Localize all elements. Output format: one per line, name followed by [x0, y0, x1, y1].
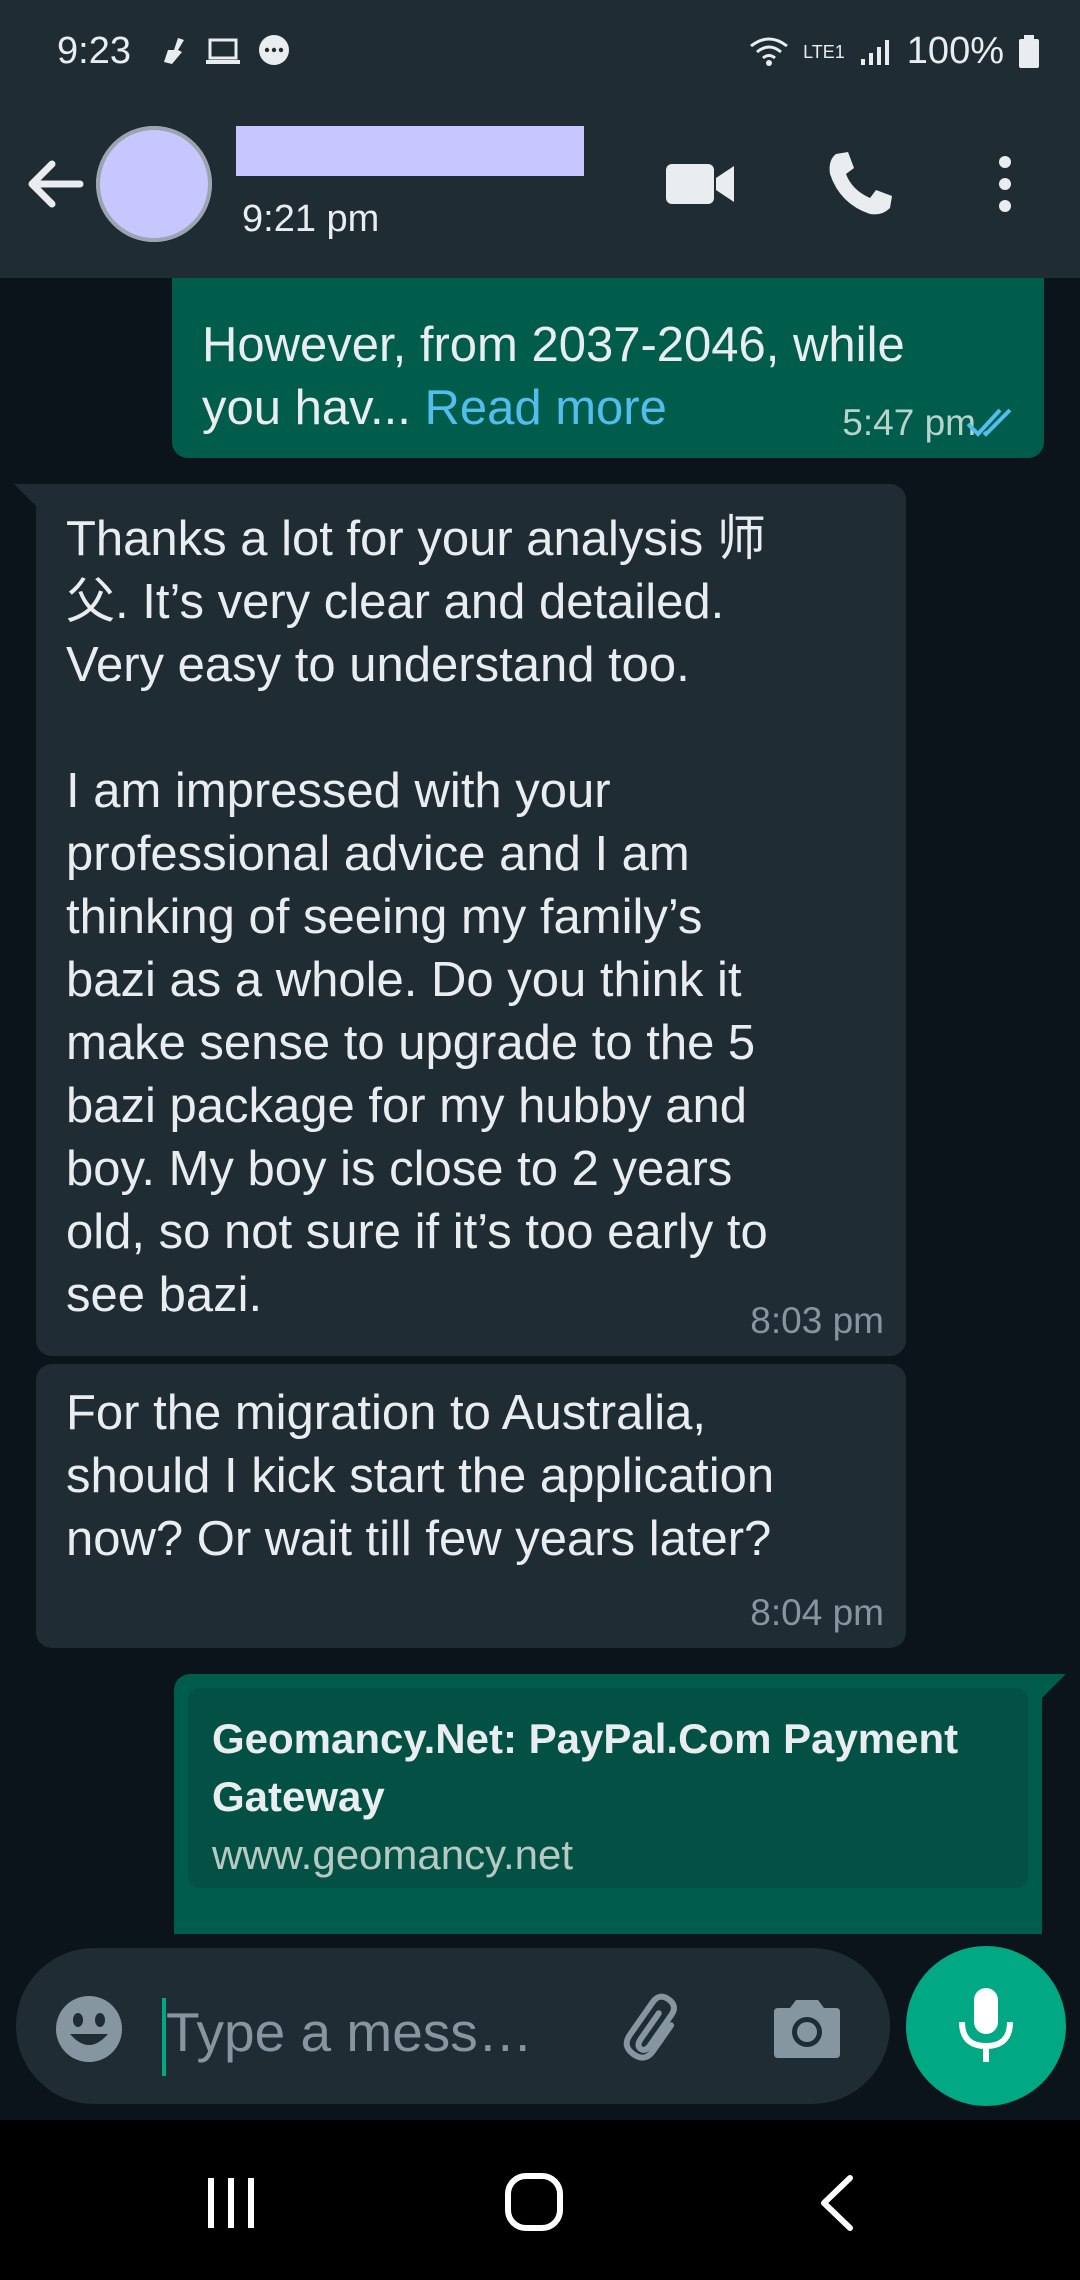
bubble-tail — [1042, 1674, 1066, 1698]
laptop-icon — [206, 38, 240, 64]
home-icon[interactable] — [504, 2172, 564, 2232]
battery-percent: 100% — [906, 30, 1004, 72]
mic-button[interactable] — [906, 1946, 1066, 2106]
phone-icon[interactable] — [822, 146, 898, 222]
broom-icon — [164, 38, 184, 64]
battery-icon — [1019, 34, 1039, 68]
double-check-read-icon — [966, 408, 1012, 437]
link-preview-card[interactable]: Geomancy.Net: PayPal.Com Payment Gateway… — [188, 1688, 1028, 1888]
composer-bar: Type a mess… — [0, 1934, 1080, 2120]
avatar[interactable] — [96, 126, 212, 242]
chat-area[interactable]: However, from 2037-2046, while you hav..… — [0, 278, 1080, 1934]
paperclip-icon[interactable] — [616, 1992, 696, 2072]
contact-name-redacted[interactable] — [236, 126, 584, 176]
message-time: 5:47 pm — [842, 402, 976, 443]
message-outgoing-link[interactable]: Geomancy.Net: PayPal.Com Payment Gateway… — [174, 1674, 1042, 1934]
bubble-tail — [14, 484, 38, 508]
chat-bubble-icon — [259, 35, 289, 65]
status-right: LTE1 100% — [749, 30, 1040, 73]
system-nav-bar — [0, 2120, 1080, 2280]
camera-icon[interactable] — [770, 1996, 844, 2062]
message-outgoing[interactable]: However, from 2037-2046, while you hav..… — [172, 278, 1044, 458]
status-time: 9:23 — [57, 30, 131, 72]
message-incoming[interactable]: Thanks a lot for your analysis 师 父. It’s… — [36, 484, 906, 1356]
microphone-icon — [959, 1988, 1013, 2062]
message-text: However, from 2037-2046, while you hav..… — [202, 314, 905, 440]
video-call-icon[interactable] — [660, 152, 740, 216]
link-title: Geomancy.Net: PayPal.Com Payment Gateway — [212, 1715, 959, 1820]
wifi-icon — [750, 37, 789, 66]
read-more-link[interactable]: Read more — [424, 381, 666, 435]
message-input[interactable]: Type a mess… — [166, 2000, 533, 2064]
message-text: Thanks a lot for your analysis 师 父. It’s… — [66, 512, 768, 1322]
recent-apps-icon[interactable] — [204, 2176, 258, 2230]
message-text: For the migration to Australia, should I… — [66, 1386, 775, 1566]
message-time: 8:03 pm — [750, 1300, 884, 1341]
link-url: www.geomancy.net — [212, 1831, 574, 1878]
message-time: 8:04 pm — [750, 1592, 884, 1633]
emoji-icon[interactable] — [54, 1994, 124, 2064]
nav-back-icon[interactable] — [816, 2174, 856, 2232]
lte-label: LTE1 — [803, 41, 845, 62]
chat-header: 9:21 pm — [0, 90, 1080, 278]
message-input-container[interactable]: Type a mess… — [16, 1948, 890, 2104]
notification-icons — [160, 34, 292, 68]
signal-icon — [860, 39, 889, 65]
last-seen[interactable]: 9:21 pm — [242, 198, 379, 241]
message-incoming[interactable]: For the migration to Australia, should I… — [36, 1364, 906, 1648]
more-options-icon[interactable] — [990, 152, 1020, 216]
back-arrow-icon[interactable] — [22, 152, 86, 216]
status-bar: 9:23 LTE1 100% — [0, 0, 1080, 90]
avatar-ring — [96, 126, 212, 242]
